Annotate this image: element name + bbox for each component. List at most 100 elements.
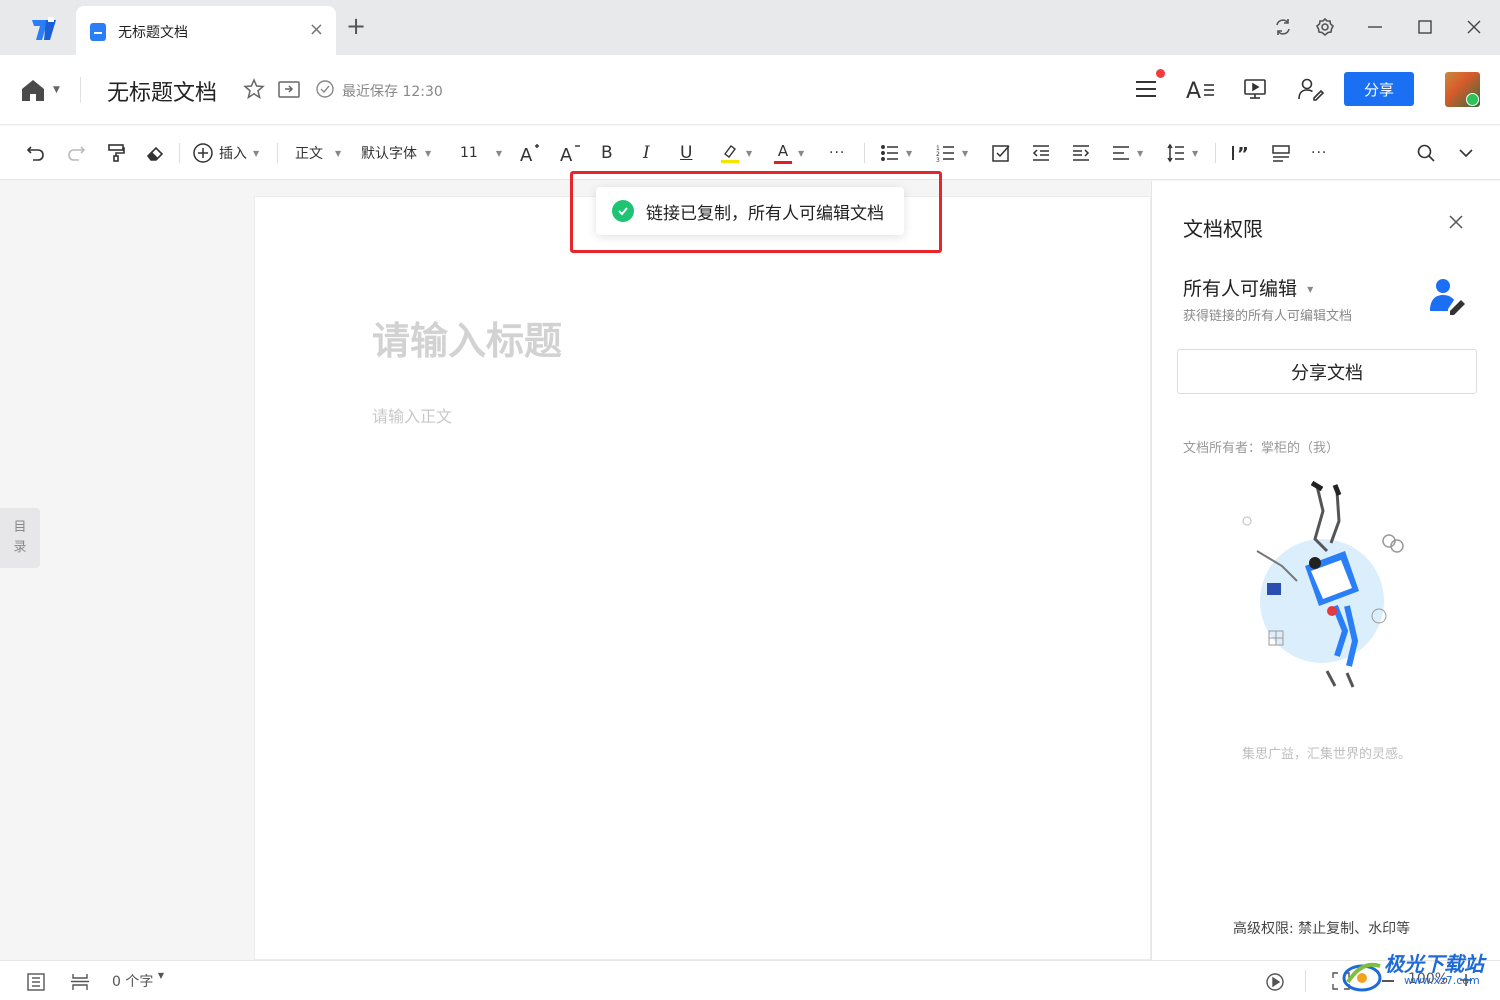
outline-view-icon[interactable] — [27, 973, 45, 995]
word-count[interactable]: 0 个字 ▼ — [112, 971, 164, 991]
redo-icon[interactable] — [66, 141, 86, 165]
font-size-select[interactable]: 11 ▼ — [460, 141, 502, 165]
clear-format-eraser-icon[interactable] — [145, 141, 165, 165]
insert-label: 插入 — [219, 146, 247, 162]
title-bar: 无标题文档 × + — [0, 0, 1500, 55]
minimize-icon[interactable] — [1364, 16, 1386, 38]
saved-check-icon — [315, 79, 335, 99]
paragraph-style-label: 正文 — [295, 146, 323, 162]
block-layout-icon[interactable] — [1271, 141, 1291, 165]
settings-gear-icon[interactable] — [1314, 16, 1336, 38]
font-family-label: 默认字体 — [361, 146, 417, 162]
home-icon[interactable] — [20, 77, 46, 103]
more-tools-icon[interactable]: ··· — [1311, 141, 1327, 165]
font-size-label: 11 — [460, 145, 478, 161]
document-owner: 文档所有者：掌柜的（我） — [1183, 441, 1340, 456]
chevron-down-icon: ▼ — [906, 148, 913, 158]
collapse-toolbar-chevron-icon[interactable] — [1456, 141, 1476, 165]
outdent-icon[interactable] — [1031, 141, 1051, 165]
underline-button[interactable]: U — [680, 141, 692, 165]
tab-document[interactable]: 无标题文档 × — [76, 6, 336, 55]
insert-menu[interactable]: 插入 ▼ — [192, 141, 259, 165]
app-logo-icon[interactable] — [28, 14, 60, 46]
wechat-badge-icon — [1466, 93, 1479, 106]
share-button[interactable]: 分享 — [1344, 72, 1414, 106]
annotation-highlight-box — [570, 171, 942, 253]
play-icon[interactable] — [1265, 972, 1285, 996]
permission-description: 获得链接的所有人可编辑文档 — [1183, 309, 1353, 324]
panel-title: 文档权限 — [1183, 217, 1263, 241]
collaboration-illustration — [1227, 480, 1417, 696]
body-placeholder[interactable]: 请输入正文 — [372, 403, 452, 427]
menu-icon[interactable] — [1134, 77, 1158, 101]
save-status: 最近保存 12:30 — [342, 84, 443, 100]
move-to-folder-icon[interactable] — [277, 77, 301, 101]
tab-title: 无标题文档 — [118, 25, 188, 41]
bullet-list-icon[interactable]: ▼ — [880, 141, 912, 165]
quote-icon[interactable]: ” — [1230, 141, 1252, 165]
svg-text:3: 3 — [936, 157, 940, 163]
everyone-can-edit-icon — [1428, 277, 1468, 315]
search-icon[interactable] — [1416, 141, 1436, 165]
document-title[interactable]: 无标题文档 — [107, 75, 217, 107]
status-divider — [1305, 970, 1306, 992]
maximize-icon[interactable] — [1414, 16, 1436, 38]
table-of-contents-tab[interactable]: 目 录 — [0, 508, 40, 568]
chevron-down-icon: ▼ — [157, 971, 164, 980]
plus-circle-icon — [193, 143, 213, 163]
collaborator-edit-icon[interactable] — [1297, 77, 1325, 101]
toolbar-divider — [277, 143, 278, 163]
watermark-name: 极光下载站 — [1384, 952, 1484, 976]
toolbar-divider — [1215, 143, 1216, 163]
avatar[interactable] — [1445, 72, 1480, 107]
page-view-icon[interactable] — [70, 973, 90, 995]
font-color-icon: A — [774, 143, 792, 164]
permission-select[interactable]: 所有人可编辑 ▼ — [1183, 274, 1313, 301]
font-color-button[interactable]: A ▼ — [774, 141, 804, 165]
divider — [80, 77, 81, 103]
window-close-icon[interactable] — [1463, 16, 1485, 38]
new-tab-button[interactable]: + — [346, 12, 366, 40]
font-color-glyph: A — [777, 141, 789, 160]
refresh-icon[interactable] — [1272, 16, 1294, 38]
text-style-icon[interactable]: A — [1186, 77, 1216, 104]
toc-label: 录 — [13, 540, 27, 555]
italic-button[interactable]: I — [643, 141, 650, 165]
format-painter-icon[interactable] — [106, 141, 126, 165]
indent-icon[interactable] — [1071, 141, 1091, 165]
align-icon[interactable]: ▼ — [1111, 141, 1143, 165]
star-icon[interactable] — [242, 77, 266, 101]
panel-close-icon[interactable] — [1448, 211, 1464, 235]
more-format-icon[interactable]: ··· — [829, 141, 845, 165]
status-bar: 0 个字 ▼ 100% — [0, 960, 1500, 1000]
share-document-button[interactable]: 分享文档 — [1177, 349, 1477, 394]
notification-dot — [1156, 69, 1165, 78]
presentation-icon[interactable] — [1243, 77, 1267, 101]
bold-button[interactable]: B — [601, 141, 613, 165]
decrease-font-size-icon[interactable]: A — [560, 141, 582, 165]
line-spacing-icon[interactable]: ▼ — [1166, 141, 1198, 165]
watermark-url: www.xz7.com — [1404, 974, 1480, 987]
checklist-icon[interactable] — [991, 141, 1011, 165]
chevron-down-icon: ▼ — [253, 148, 260, 158]
advanced-permission-link[interactable]: 高级权限: 禁止复制、水印等 — [1233, 918, 1410, 938]
slogan: 集思广益，汇集世界的灵感。 — [1241, 747, 1411, 762]
chevron-down-icon: ▼ — [798, 148, 805, 158]
svg-text:A: A — [560, 145, 573, 164]
font-family-select[interactable]: 默认字体 ▼ — [361, 141, 431, 165]
site-watermark: 极光下载站 www.xz7.com — [1340, 946, 1500, 1000]
svg-text:”: ” — [1237, 144, 1249, 163]
numbered-list-icon[interactable]: 123 ▼ — [936, 141, 968, 165]
watermark-logo-icon — [1342, 962, 1382, 992]
title-placeholder[interactable]: 请输入标题 — [372, 310, 562, 365]
word-count-label: 0 个字 — [112, 974, 154, 990]
home-dropdown-caret-icon[interactable]: ▼ — [53, 85, 60, 95]
font-color-swatch — [774, 160, 792, 164]
increase-font-size-icon[interactable]: A — [520, 141, 542, 165]
tab-close-icon[interactable]: × — [309, 19, 324, 40]
undo-icon[interactable] — [26, 141, 46, 165]
document-header: ▼ 无标题文档 最近保存 12:30 A 分享 — [0, 55, 1500, 125]
highlight-color-button[interactable]: ▼ — [720, 141, 752, 165]
chevron-down-icon: ▼ — [1192, 148, 1199, 158]
paragraph-style-select[interactable]: 正文 ▼ — [295, 141, 341, 165]
